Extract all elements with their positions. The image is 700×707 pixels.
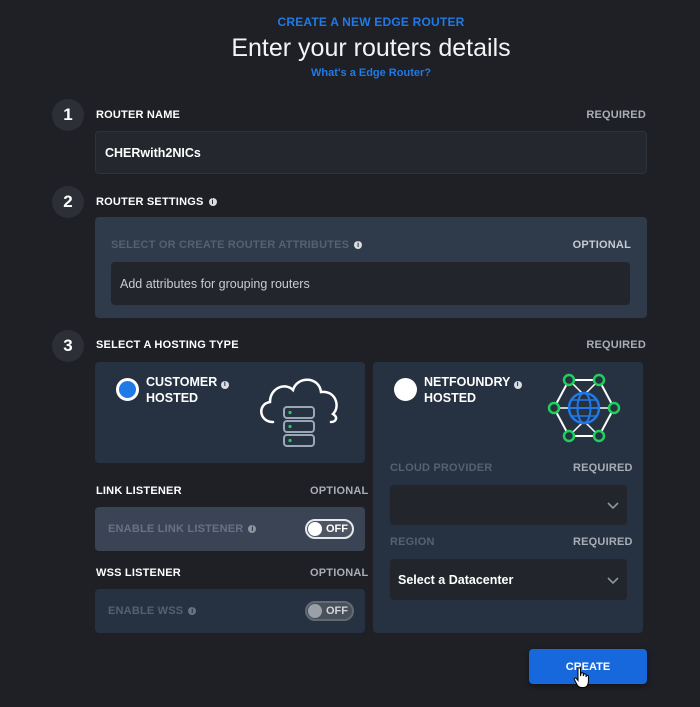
info-icon[interactable]: i bbox=[188, 607, 197, 615]
wss-listener-label: WSS LISTENER bbox=[96, 567, 181, 579]
globe-network-icon bbox=[547, 373, 621, 443]
toggle-state: OFF bbox=[326, 605, 348, 617]
link-listener-optional: OPTIONAL bbox=[310, 485, 369, 497]
customer-hosted-radio[interactable] bbox=[116, 378, 139, 401]
netfoundry-hosted-label: NETFOUNDRY i HOSTED bbox=[424, 374, 522, 406]
router-attributes-input[interactable]: Add attributes for grouping routers bbox=[111, 262, 630, 305]
link-listener-label: LINK LISTENER bbox=[96, 485, 182, 497]
chevron-down-icon bbox=[607, 576, 619, 584]
cloud-server-icon bbox=[260, 378, 338, 447]
info-icon[interactable]: i bbox=[513, 380, 522, 389]
wss-toggle-label: ENABLE WSS i bbox=[108, 605, 197, 617]
cloud-provider-select[interactable] bbox=[390, 485, 627, 525]
link-listener-toggle[interactable]: OFF bbox=[305, 519, 354, 539]
cloud-provider-label: CLOUD PROVIDER bbox=[390, 462, 493, 474]
info-icon[interactable]: i bbox=[220, 380, 229, 389]
router-name-required: REQUIRED bbox=[586, 109, 646, 121]
hosting-type-required: REQUIRED bbox=[586, 339, 646, 351]
info-icon[interactable]: i bbox=[208, 198, 217, 206]
step-3-badge: 3 bbox=[52, 330, 84, 362]
region-select[interactable]: Select a Datacenter bbox=[390, 559, 627, 600]
info-icon[interactable]: i bbox=[354, 241, 363, 249]
toggle-knob bbox=[308, 604, 322, 618]
info-icon[interactable]: i bbox=[248, 525, 257, 533]
link-listener-toggle-label: ENABLE LINK LISTENER i bbox=[108, 523, 257, 535]
toggle-knob bbox=[308, 522, 322, 536]
router-name-label: ROUTER NAME bbox=[96, 109, 181, 121]
hand-cursor-icon bbox=[573, 667, 589, 688]
netfoundry-hosted-radio[interactable] bbox=[394, 378, 417, 401]
page-title: Enter your routers details bbox=[231, 34, 511, 62]
wss-listener-optional: OPTIONAL bbox=[310, 567, 369, 579]
wss-toggle[interactable]: OFF bbox=[305, 601, 354, 621]
router-attributes-label: SELECT OR CREATE ROUTER ATTRIBUTES i bbox=[111, 239, 363, 251]
router-settings-label: ROUTER SETTINGS i bbox=[96, 196, 217, 208]
region-label: REGION bbox=[390, 536, 435, 548]
page-kicker: CREATE A NEW EDGE ROUTER bbox=[277, 15, 465, 29]
region-required: REQUIRED bbox=[573, 536, 633, 548]
router-attributes-optional: OPTIONAL bbox=[572, 239, 631, 251]
edge-router-help-link[interactable]: What's a Edge Router? bbox=[0, 67, 700, 79]
region-value: Select a Datacenter bbox=[398, 572, 514, 587]
hosting-type-label: SELECT A HOSTING TYPE bbox=[96, 339, 239, 351]
cloud-provider-required: REQUIRED bbox=[573, 462, 633, 474]
router-attributes-placeholder: Add attributes for grouping routers bbox=[120, 276, 310, 291]
router-name-input[interactable]: CHERwith2NICs bbox=[95, 131, 647, 174]
chevron-down-icon bbox=[607, 502, 619, 510]
customer-hosted-label: CUSTOMER i HOSTED bbox=[146, 374, 229, 406]
step-2-badge: 2 bbox=[52, 186, 84, 218]
router-name-value: CHERwith2NICs bbox=[105, 145, 201, 160]
step-1-badge: 1 bbox=[52, 99, 84, 131]
toggle-state: OFF bbox=[326, 523, 348, 535]
